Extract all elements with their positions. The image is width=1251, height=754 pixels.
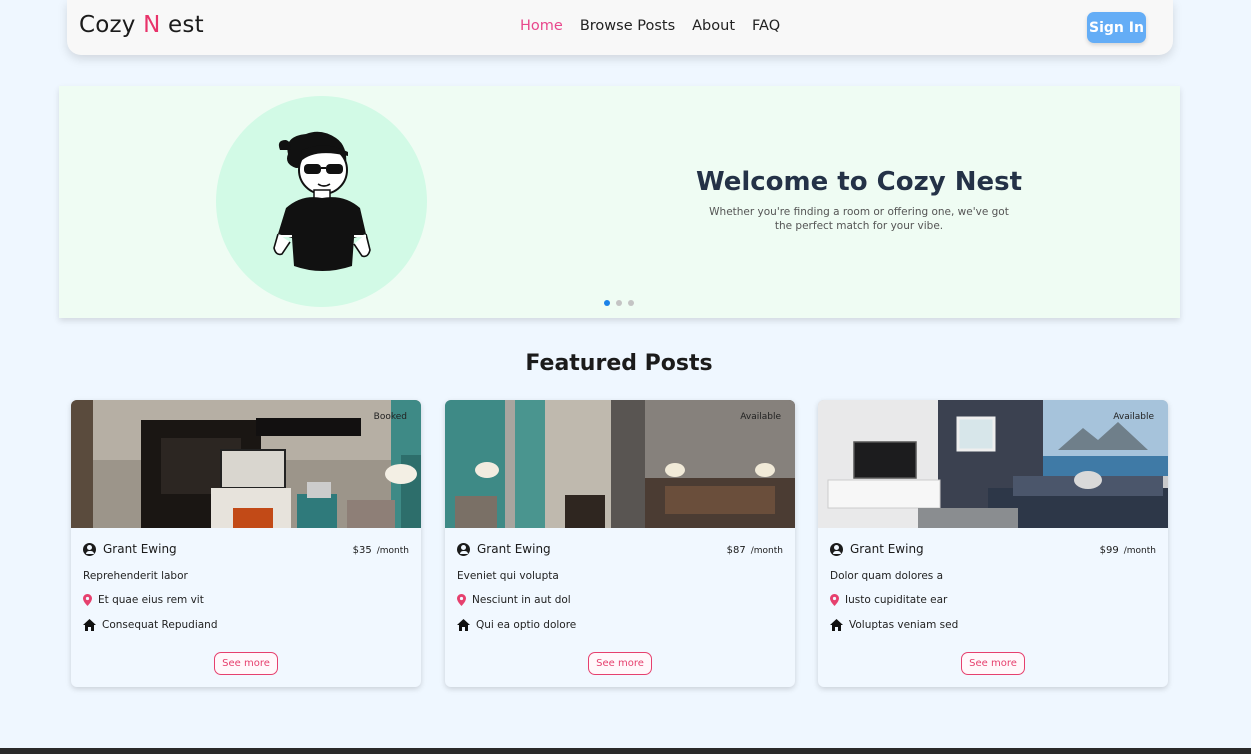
post-image: Available — [818, 400, 1168, 528]
post-type: Voluptas veniam sed — [830, 619, 958, 631]
footer-edge — [0, 748, 1251, 754]
carousel-dot-1[interactable] — [604, 300, 610, 306]
carousel-dot-2[interactable] — [616, 300, 622, 306]
location-text: Nesciunt in aut dol — [472, 594, 571, 606]
hero-subtitle: Whether you're finding a room or offerin… — [709, 206, 1009, 232]
brand-part1: Cozy — [79, 12, 144, 38]
see-more-button[interactable]: See more — [961, 652, 1025, 675]
type-text: Voluptas veniam sed — [849, 619, 959, 631]
post-location: Et quae eius rem vit — [83, 594, 204, 606]
hero-avatar — [216, 96, 427, 307]
owner-name: Grant Ewing — [850, 542, 924, 556]
owner-name: Grant Ewing — [103, 542, 177, 556]
post-title: Dolor quam dolores a — [830, 570, 944, 582]
price-period: /month — [750, 546, 783, 556]
location-text: Iusto cupiditate ear — [845, 594, 948, 606]
brand-logo[interactable]: Cozy N est — [79, 12, 204, 38]
owner-name: Grant Ewing — [477, 542, 551, 556]
user-circle-icon — [83, 542, 96, 556]
map-pin-icon — [83, 594, 92, 606]
post-owner: Grant Ewing — [830, 542, 924, 556]
nav-faq[interactable]: FAQ — [752, 18, 780, 34]
home-icon — [83, 619, 96, 631]
price-value: $99 — [1099, 545, 1119, 556]
carousel-dot-3[interactable] — [628, 300, 634, 306]
post-type: Qui ea optio dolore — [457, 619, 576, 631]
map-pin-icon — [457, 594, 466, 606]
post-owner: Grant Ewing — [83, 542, 177, 556]
home-icon — [457, 619, 470, 631]
nav-home[interactable]: Home — [520, 18, 563, 34]
post-image: Available — [445, 400, 795, 528]
post-type: Consequat Repudiand — [83, 619, 218, 631]
map-pin-icon — [830, 594, 839, 606]
post-card[interactable]: Booked Grant Ewing $35/month Reprehender… — [71, 400, 421, 687]
post-title: Eveniet qui volupta — [457, 570, 559, 582]
location-text: Et quae eius rem vit — [98, 594, 204, 606]
see-more-button[interactable]: See more — [588, 652, 652, 675]
brand-accent: N — [143, 12, 161, 38]
see-more-button[interactable]: See more — [214, 652, 278, 675]
home-icon — [830, 619, 843, 631]
status-badge: Available — [1113, 412, 1154, 422]
post-image: Booked — [71, 400, 421, 528]
price-period: /month — [1123, 546, 1156, 556]
post-owner: Grant Ewing — [457, 542, 551, 556]
hero-title: Welcome to Cozy Nest — [695, 167, 1023, 197]
post-card[interactable]: Available Grant Ewing $99/month Dolor qu… — [818, 400, 1168, 687]
user-circle-icon — [457, 542, 470, 556]
navbar: Cozy N est Home Browse Posts About FAQ S… — [67, 0, 1173, 55]
hero-carousel: Welcome to Cozy Nest Whether you're find… — [59, 86, 1180, 318]
price-value: $87 — [726, 545, 746, 556]
post-title: Reprehenderit labor — [83, 570, 188, 582]
carousel-indicators — [604, 300, 634, 306]
price-value: $35 — [352, 545, 372, 556]
post-price: $35/month — [353, 545, 409, 556]
post-location: Iusto cupiditate ear — [830, 594, 947, 606]
nav-about[interactable]: About — [692, 18, 735, 34]
post-price: $87/month — [727, 545, 783, 556]
sign-in-button[interactable]: Sign In — [1087, 12, 1146, 43]
type-text: Consequat Repudiand — [102, 619, 218, 631]
status-badge: Available — [740, 412, 781, 422]
post-price: $99/month — [1100, 545, 1156, 556]
user-circle-icon — [830, 542, 843, 556]
brand-part2: est — [160, 12, 204, 38]
avatar-illustration — [273, 131, 371, 271]
featured-posts-heading: Featured Posts — [525, 351, 713, 376]
post-location: Nesciunt in aut dol — [457, 594, 571, 606]
price-period: /month — [376, 546, 409, 556]
nav-browse-posts[interactable]: Browse Posts — [580, 18, 675, 34]
post-card[interactable]: Available Grant Ewing $87/month Eveniet … — [445, 400, 795, 687]
nav-links: Home Browse Posts About FAQ — [520, 18, 797, 34]
status-badge: Booked — [373, 412, 407, 422]
type-text: Qui ea optio dolore — [476, 619, 577, 631]
